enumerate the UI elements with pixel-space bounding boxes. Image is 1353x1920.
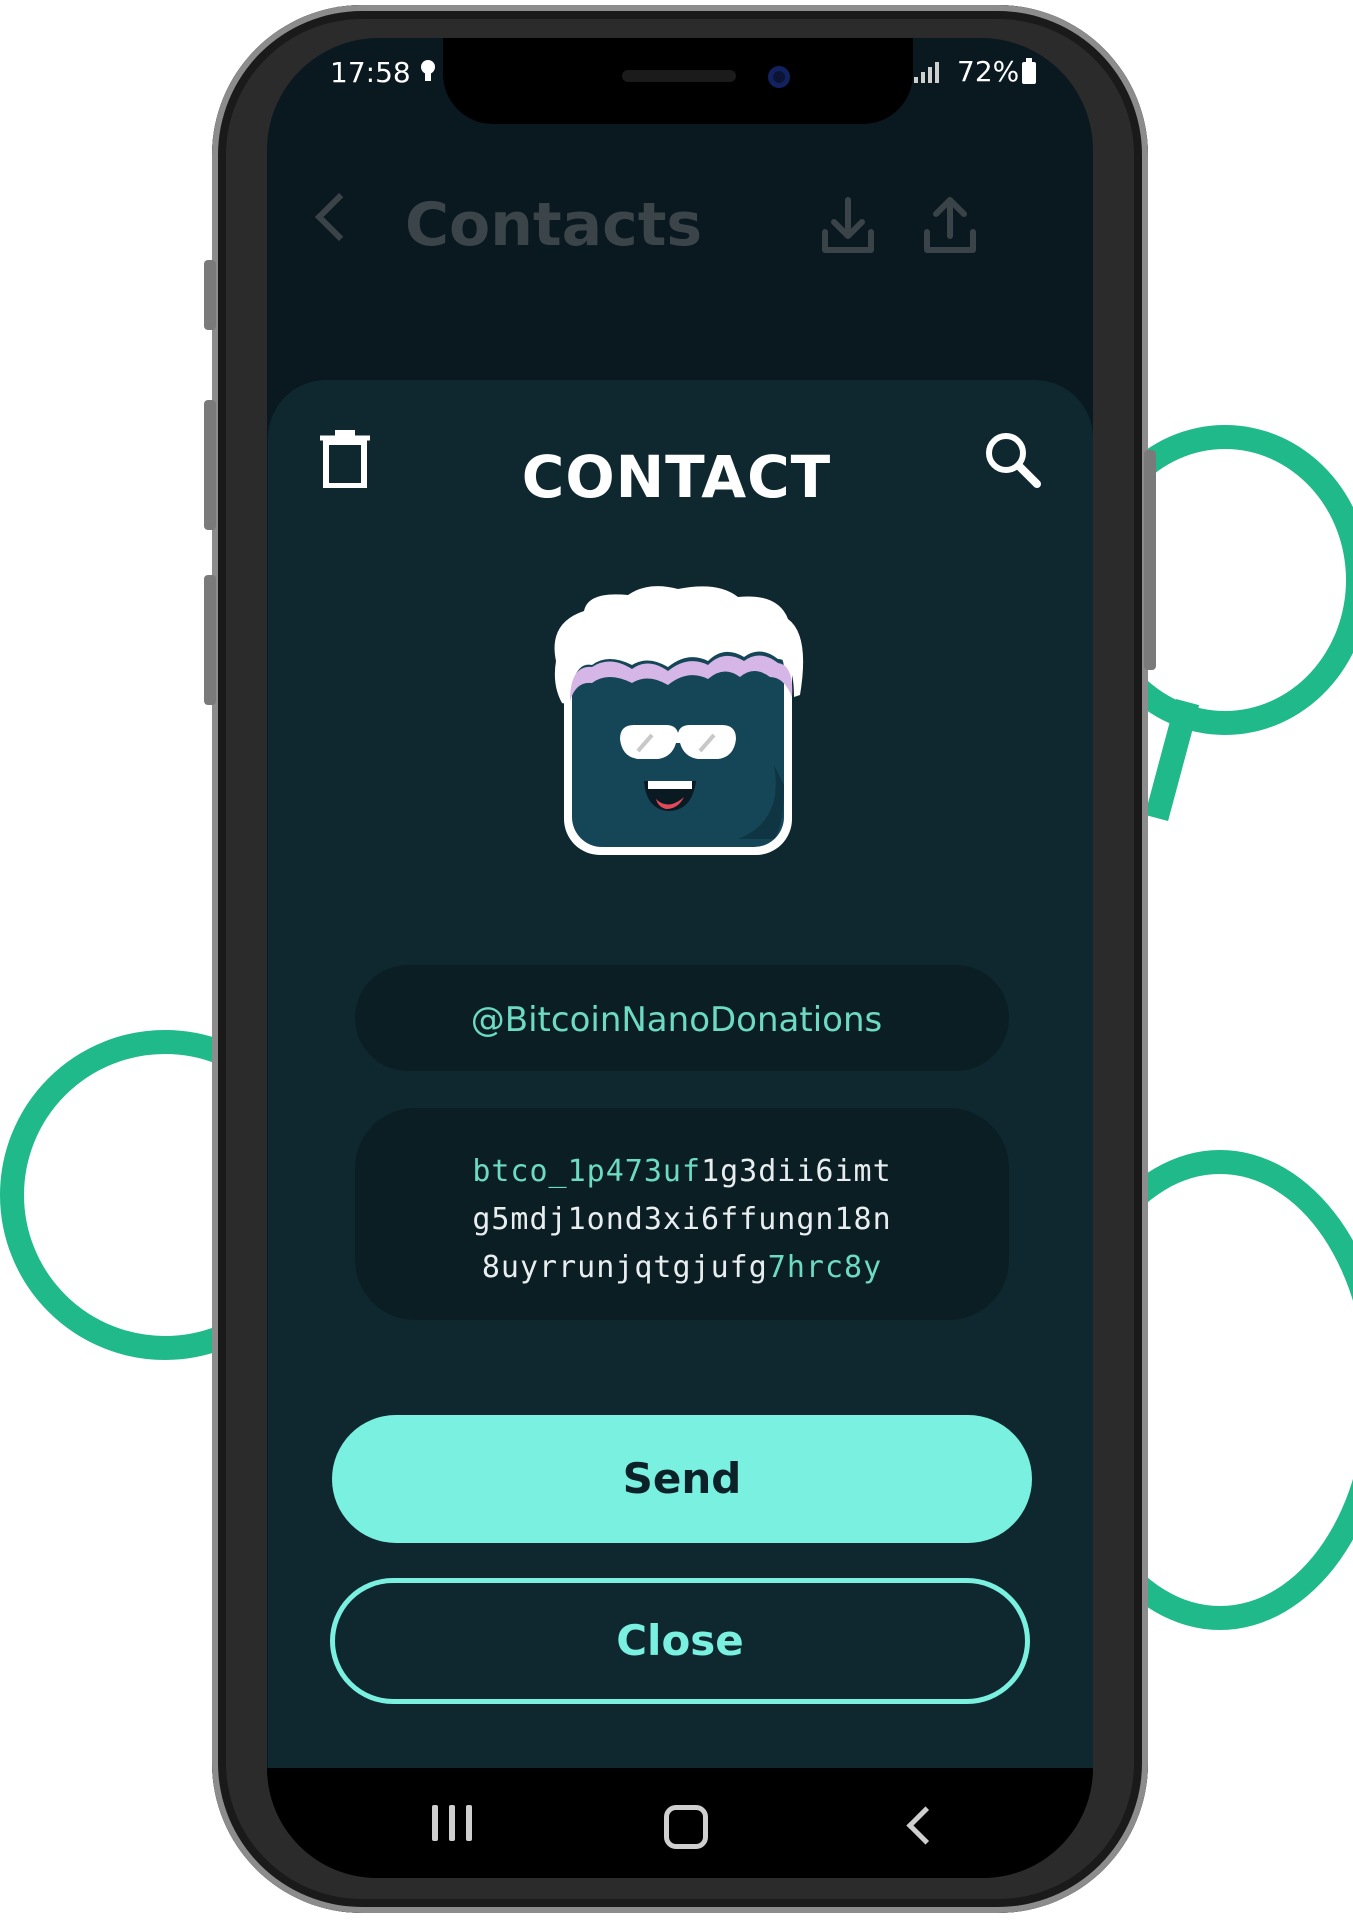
signal-icon <box>914 62 939 83</box>
side-button <box>204 260 216 330</box>
modal-title: CONTACT <box>521 443 832 511</box>
address-line-3: 8uyrrunjqtgjufg7hrc8y <box>355 1244 1009 1292</box>
notification-bulb-icon <box>421 60 435 81</box>
battery-icon <box>1022 58 1036 84</box>
address-suffix: 7hrc8y <box>767 1250 883 1285</box>
address-prefix: btco_1p473uf <box>472 1154 702 1189</box>
recents-icon[interactable] <box>432 1805 472 1841</box>
send-button[interactable]: Send <box>332 1415 1032 1543</box>
close-button[interactable]: Close <box>330 1578 1030 1704</box>
home-icon[interactable] <box>664 1805 708 1849</box>
status-time: 17:58 <box>330 56 411 89</box>
page-title: Contacts <box>405 190 703 260</box>
contact-handle: @BitcoinNanoDonations <box>470 1000 883 1040</box>
address-line-3-rest: 8uyrrunjqtgjufg <box>481 1250 768 1285</box>
speaker <box>622 70 736 82</box>
decorative-ring-tail <box>1144 698 1200 822</box>
upload-icon[interactable] <box>922 196 978 256</box>
front-camera <box>768 66 790 88</box>
address-line-1-rest: 1g3dii6imt <box>701 1154 892 1189</box>
contact-address[interactable]: btco_1p473uf1g3dii6imt g5mdj1ond3xi6ffun… <box>355 1148 1009 1292</box>
address-line-1: btco_1p473uf1g3dii6imt <box>355 1148 1009 1196</box>
contact-avatar <box>554 586 804 855</box>
search-icon[interactable] <box>983 430 1043 490</box>
address-line-2: g5mdj1ond3xi6ffungn18n <box>472 1202 892 1237</box>
download-icon[interactable] <box>820 196 876 256</box>
side-button <box>204 575 216 705</box>
battery-percentage: 72% <box>957 55 1020 88</box>
